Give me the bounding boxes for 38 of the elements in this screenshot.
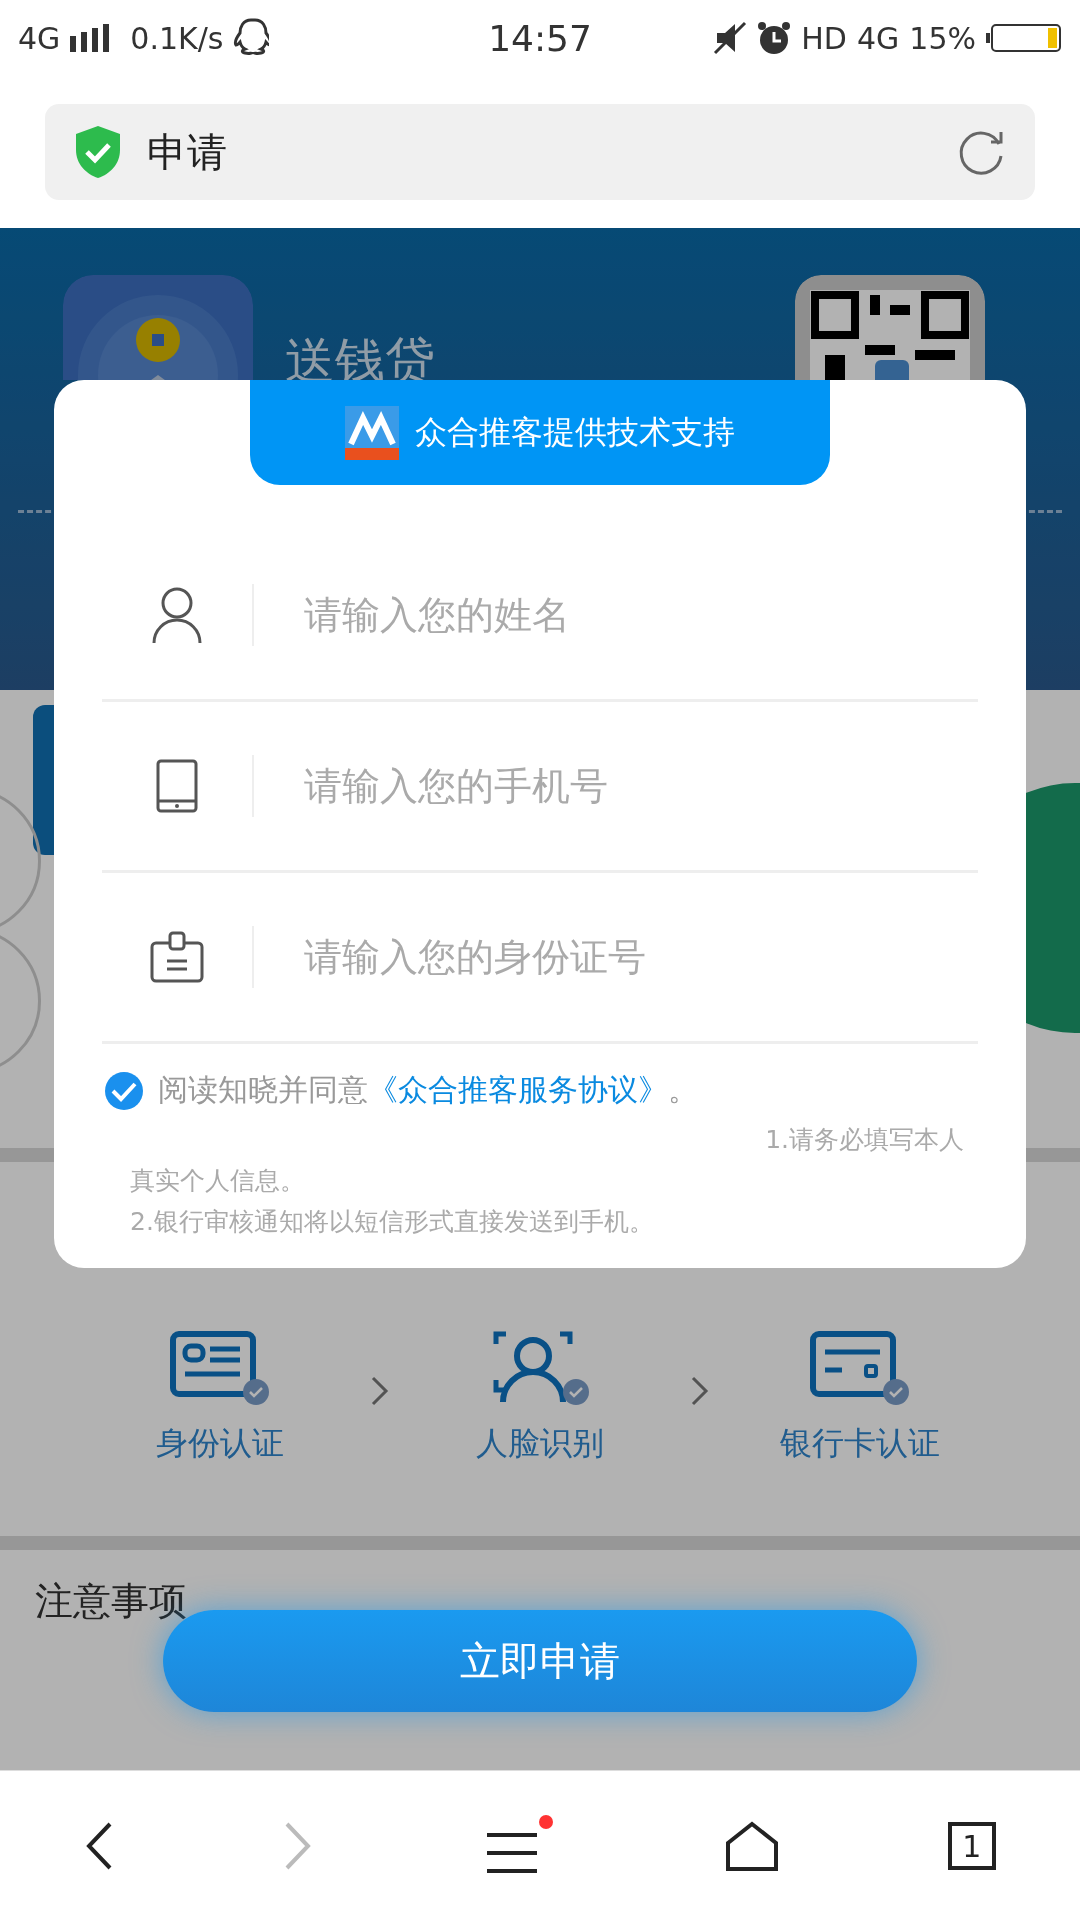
network-type: 4G <box>18 20 61 56</box>
chevron-right-icon <box>370 1375 390 1407</box>
step-label: 银行卡认证 <box>780 1423 940 1464</box>
battery-icon <box>986 23 1062 53</box>
step-label: 身份认证 <box>156 1423 284 1464</box>
agreement-link[interactable]: 《众合推客服务协议》 <box>368 1072 668 1107</box>
banner-text: 众合推客提供技术支持 <box>415 411 735 453</box>
bank-card-icon <box>810 1330 910 1406</box>
mute-icon <box>713 21 748 55</box>
input-field[interactable]: 请输入您的身份证号 <box>304 927 978 987</box>
tablet-icon <box>156 759 198 813</box>
agreement-text: 阅读知晓并同意《众合推客服务协议》。 <box>158 1071 698 1109</box>
input-field[interactable]: 请输入您的手机号 <box>304 756 978 816</box>
note-text: 1.请务必填写本人 <box>765 1125 964 1154</box>
home-button[interactable] <box>725 1821 780 1871</box>
badge-icon <box>150 931 204 983</box>
logo-icon <box>345 405 399 460</box>
note-text: 真实个人信息。 <box>130 1166 305 1195</box>
id-card-icon <box>170 1330 270 1406</box>
shield-check-icon <box>73 124 123 180</box>
network-type: 4G <box>856 20 900 56</box>
clock-time: 14:57 <box>488 17 592 59</box>
address-bar[interactable]: 申请 <box>45 104 1035 200</box>
network-speed: 0.1K/s <box>130 20 224 56</box>
tabs-button[interactable]: 1 <box>947 1822 996 1870</box>
app-icon <box>63 275 253 380</box>
battery-percent: 15% <box>909 20 976 56</box>
hd-label: HD <box>801 20 847 56</box>
chevron-right-icon <box>690 1375 710 1407</box>
checkbox[interactable] <box>104 1070 144 1111</box>
penguin-icon <box>233 18 270 58</box>
person-icon <box>151 586 203 644</box>
step-label: 人脸识别 <box>476 1423 604 1464</box>
note-text: 2.银行审核通知将以短信形式直接发送到手机。 <box>130 1207 654 1236</box>
signal-icon <box>70 24 111 52</box>
input-field[interactable]: 请输入您的姓名 <box>304 585 978 645</box>
alarm-icon <box>757 21 792 55</box>
page-title: 申请 <box>147 127 228 177</box>
